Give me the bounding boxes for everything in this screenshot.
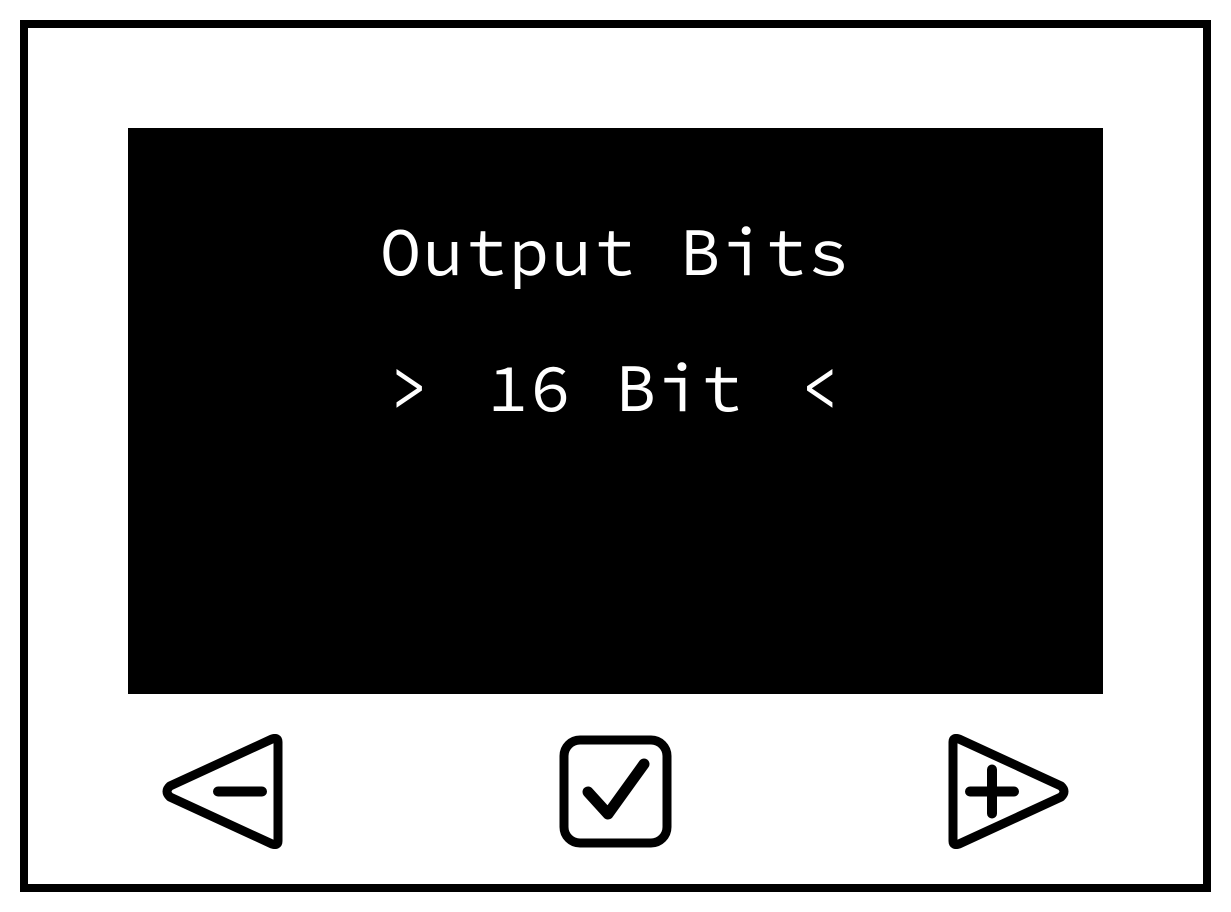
- selection-row: > 16 Bit <: [389, 344, 841, 430]
- decrement-button[interactable]: [158, 734, 293, 849]
- selection-right-marker: <: [799, 344, 842, 430]
- increment-button[interactable]: [938, 734, 1073, 849]
- button-row: [128, 694, 1103, 859]
- triangle-left-minus-icon: [158, 734, 293, 849]
- device-frame: Output Bits > 16 Bit <: [20, 20, 1211, 892]
- selection-left-marker: >: [389, 344, 432, 430]
- screen-title: Output Bits: [380, 208, 851, 294]
- triangle-right-plus-icon: [938, 734, 1073, 849]
- confirm-button[interactable]: [558, 734, 673, 849]
- check-icon: [558, 734, 673, 849]
- lcd-screen: Output Bits > 16 Bit <: [128, 128, 1103, 694]
- selection-value: 16 Bit: [487, 344, 744, 430]
